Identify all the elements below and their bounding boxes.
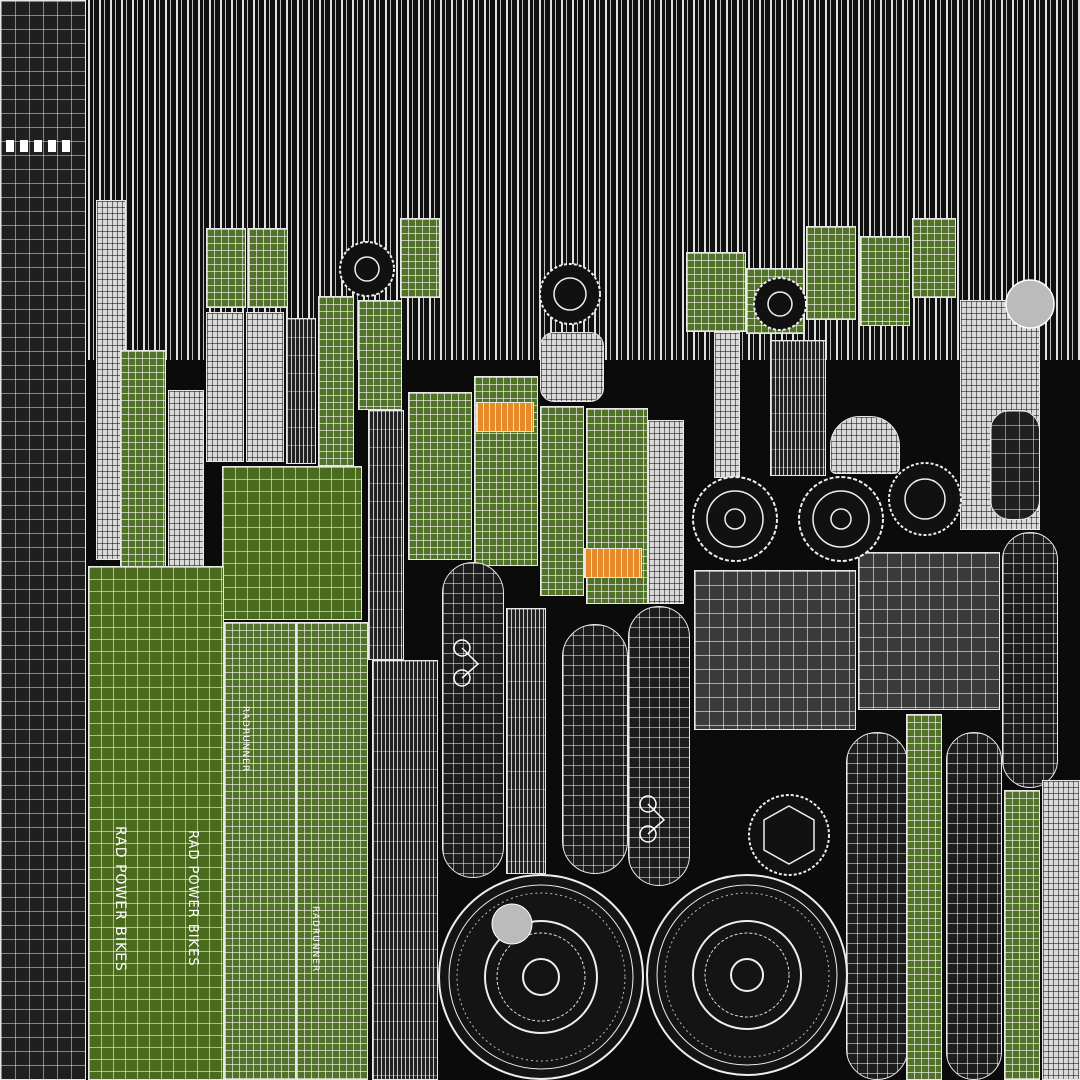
model-label-primary: RADRUNNER (240, 706, 250, 773)
uv-island-strip-12 (408, 392, 472, 560)
uv-island-strip-21 (912, 218, 956, 298)
uv-island-strip-10 (358, 300, 402, 410)
uv-island-pill-right-1 (1002, 532, 1058, 788)
uv-island-strip-16 (648, 420, 684, 604)
uv-island-strip-3 (168, 390, 204, 570)
uv-island-pill-right-3 (946, 732, 1002, 1080)
uv-island-strip-17 (686, 252, 746, 332)
gear-icon (748, 794, 830, 876)
uv-island-frame-panel-left (88, 566, 224, 1080)
uv-island-orange-2 (584, 548, 642, 578)
uv-island-tube-1 (372, 660, 438, 1080)
uv-island-strip-14 (540, 406, 584, 596)
uv-island-strip-4 (206, 228, 246, 308)
sprocket-icon (753, 277, 807, 331)
uv-island-left-column-dots (6, 140, 76, 152)
uv-island-strip-24 (770, 340, 826, 476)
uv-island-strip-right-1 (906, 714, 942, 1080)
gear-icon (692, 476, 778, 562)
uv-island-strip-9 (318, 296, 354, 466)
uv-island-left-column (0, 0, 86, 1080)
uv-island-strip-right-2 (1004, 790, 1040, 1080)
bike-logo-icon (639, 795, 666, 843)
uv-island-strip-19 (806, 226, 856, 320)
gear-icon (339, 241, 395, 297)
uv-island-strip-20 (860, 236, 910, 326)
uv-island-strip-22 (368, 410, 404, 660)
uv-layout-canvas: RAD POWER BIKES RAD POWER BIKES RADRUNNE… (0, 0, 1080, 1080)
model-label-secondary: RADRUNNER (310, 906, 320, 973)
brand-label-secondary: RAD POWER BIKES (185, 830, 200, 967)
uv-island-frame-panel-right (296, 622, 368, 1080)
uv-island-seat-bracket (540, 332, 604, 402)
wheel-icon (1005, 279, 1055, 329)
uv-island-battery-1 (442, 562, 504, 878)
uv-island-strip-11 (400, 218, 440, 298)
uv-island-orange-1 (476, 402, 534, 432)
uv-island-strip-5 (248, 228, 288, 308)
uv-island-strip-8 (286, 318, 316, 464)
uv-island-saddle (990, 410, 1040, 520)
sprocket-icon (798, 476, 884, 562)
uv-island-strip-2 (120, 350, 166, 570)
wheel-icon (438, 874, 644, 1080)
wheel-icon (646, 874, 848, 1076)
uv-island-strip-7 (246, 312, 284, 462)
bike-logo-icon (453, 639, 480, 687)
uv-island-strip-6 (206, 312, 244, 462)
uv-island-saddle-top (830, 416, 900, 474)
uv-island-grey-panel-1 (694, 570, 856, 730)
uv-island-strip-right-3 (1042, 780, 1080, 1080)
uv-island-grey-panel-2 (858, 552, 1000, 710)
uv-island-battery-2 (562, 624, 628, 874)
uv-island-pill-right-2 (846, 732, 908, 1080)
uv-island-green-block (222, 466, 362, 620)
uv-island-strip-23 (714, 332, 740, 478)
uv-island-tube-2 (506, 608, 546, 874)
sprocket-icon (539, 263, 601, 325)
brand-label-primary: RAD POWER BIKES (112, 826, 128, 972)
uv-island-frame-panel-mid (224, 622, 296, 1080)
